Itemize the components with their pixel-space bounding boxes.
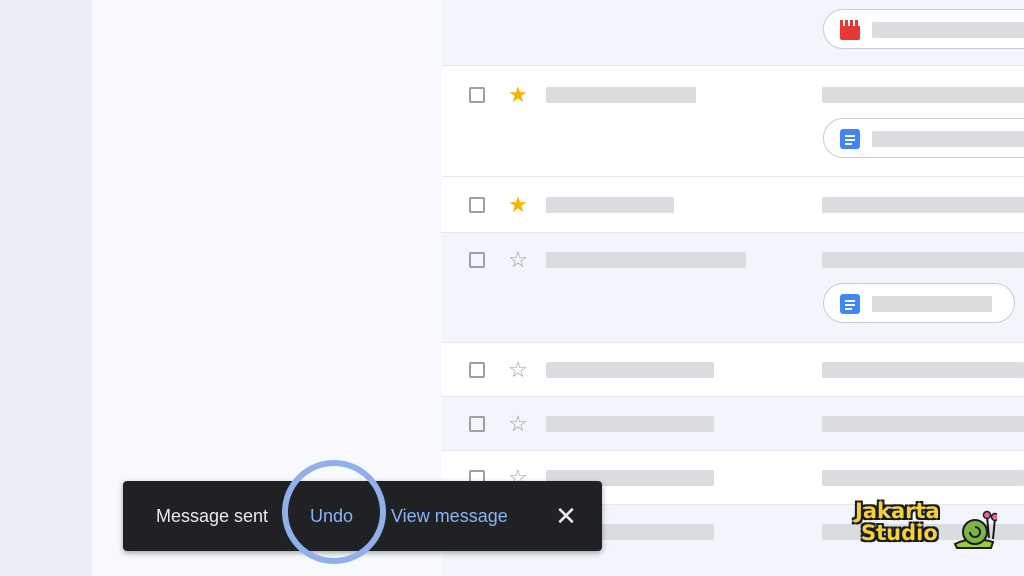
attachment-name-placeholder <box>872 296 992 312</box>
sender-placeholder <box>546 252 746 268</box>
attachment-name-placeholder <box>872 131 1024 147</box>
select-checkbox[interactable] <box>469 416 485 432</box>
star-icon[interactable]: ★ <box>506 83 530 107</box>
table-row[interactable]: ☆ <box>442 233 1024 343</box>
view-message-link[interactable]: View message <box>391 506 508 527</box>
star-outline-icon[interactable]: ☆ <box>506 248 530 272</box>
table-row[interactable]: ★ <box>442 66 1024 177</box>
doc-icon <box>840 294 860 314</box>
select-checkbox[interactable] <box>469 252 485 268</box>
close-icon[interactable]: ✕ <box>551 501 581 531</box>
subject-placeholder <box>822 87 1024 103</box>
table-row[interactable]: ☆ <box>442 397 1024 451</box>
sender-placeholder <box>546 197 674 213</box>
attachment-chip[interactable] <box>823 118 1024 158</box>
star-outline-icon[interactable]: ☆ <box>506 358 530 382</box>
watermark-logo: Jakarta Studio <box>855 500 1015 554</box>
select-checkbox[interactable] <box>469 197 485 213</box>
subject-placeholder <box>822 252 1024 268</box>
undo-highlight-ring <box>282 460 386 564</box>
doc-icon <box>840 129 860 149</box>
video-icon <box>840 20 860 40</box>
star-icon[interactable]: ★ <box>506 193 530 217</box>
subject-placeholder <box>822 197 1024 213</box>
sender-placeholder <box>546 362 714 378</box>
table-row[interactable]: ☆ <box>442 343 1024 397</box>
subject-placeholder <box>822 416 1024 432</box>
left-rail <box>0 0 92 576</box>
attachment-chip[interactable] <box>823 9 1024 49</box>
subject-placeholder <box>822 362 1024 378</box>
snackbar-message: Message sent <box>156 506 269 526</box>
attachment-name-placeholder <box>872 22 1024 38</box>
snail-icon <box>953 510 997 549</box>
sender-placeholder <box>546 416 714 432</box>
watermark-line1: Jakarta <box>855 499 940 523</box>
table-row[interactable]: ★ <box>442 177 1024 233</box>
select-checkbox[interactable] <box>469 362 485 378</box>
watermark-text: Jakarta Studio <box>855 500 940 544</box>
attachment-chip[interactable] <box>823 283 1015 323</box>
list-item[interactable] <box>442 0 1024 66</box>
watermark-line2: Studio <box>861 521 938 545</box>
sender-placeholder <box>546 87 696 103</box>
star-outline-icon[interactable]: ☆ <box>506 412 530 436</box>
subject-placeholder <box>822 470 1024 486</box>
select-checkbox[interactable] <box>469 87 485 103</box>
